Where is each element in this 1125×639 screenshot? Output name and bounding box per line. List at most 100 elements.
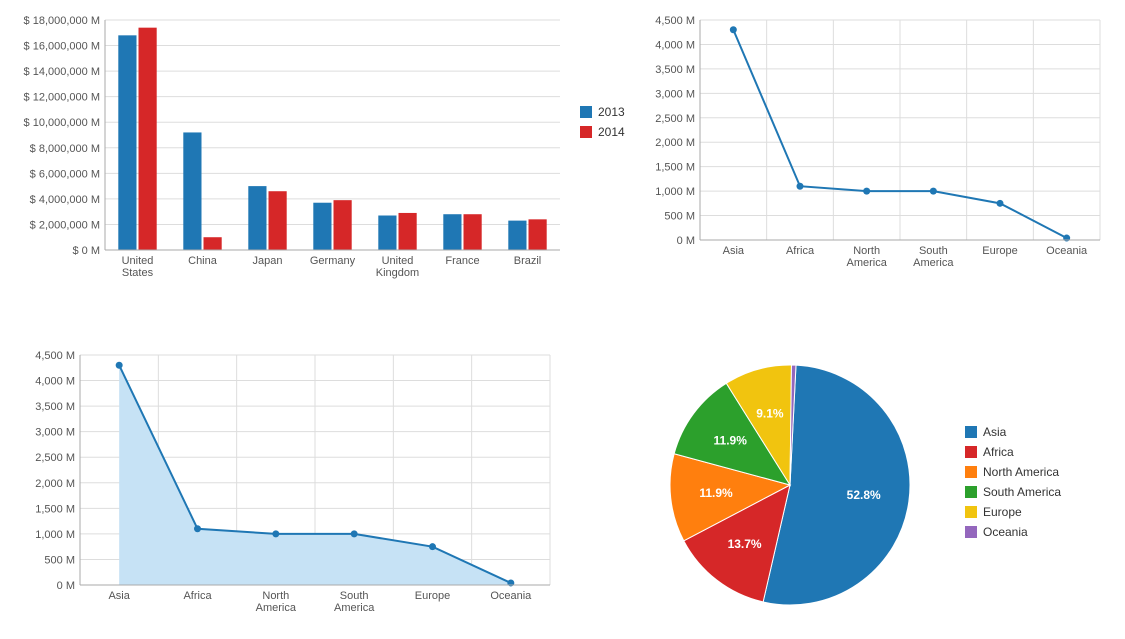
legend-swatch bbox=[965, 466, 977, 478]
data-point bbox=[930, 188, 937, 195]
bar-xtick: United bbox=[122, 255, 154, 267]
data-point bbox=[797, 183, 804, 190]
data-point bbox=[997, 200, 1004, 207]
ytick: 3,500 M bbox=[35, 401, 75, 413]
bar-ytick: $ 8,000,000 M bbox=[30, 143, 100, 155]
ytick: 3,000 M bbox=[35, 427, 75, 439]
bar-ytick: $ 6,000,000 M bbox=[30, 168, 100, 180]
data-point bbox=[272, 530, 279, 537]
bar bbox=[183, 132, 201, 250]
legend-item: Europe bbox=[965, 505, 1061, 519]
xtick: America bbox=[334, 602, 375, 614]
legend-item: 2014 bbox=[580, 125, 625, 139]
bar-chart-legend: 2013 2014 bbox=[580, 105, 625, 145]
xtick: Africa bbox=[786, 245, 815, 257]
data-point bbox=[429, 543, 436, 550]
bar bbox=[464, 214, 482, 250]
bar bbox=[269, 191, 287, 250]
legend-swatch bbox=[965, 446, 977, 458]
bar-ytick: $ 10,000,000 M bbox=[24, 117, 100, 129]
legend-label: 2014 bbox=[598, 125, 625, 139]
bar bbox=[248, 186, 266, 250]
legend-item: Asia bbox=[965, 425, 1061, 439]
bar bbox=[313, 203, 331, 250]
ytick: 1,500 M bbox=[655, 162, 695, 174]
legend-item: North America bbox=[965, 465, 1061, 479]
xtick: North bbox=[262, 590, 289, 602]
pie-slice-label: 11.9% bbox=[714, 434, 748, 448]
area-chart: 0 M500 M1,000 M1,500 M2,000 M2,500 M3,00… bbox=[20, 345, 560, 625]
ytick: 1,000 M bbox=[655, 186, 695, 198]
ytick: 2,500 M bbox=[35, 452, 75, 464]
xtick: Africa bbox=[183, 590, 212, 602]
ytick: 500 M bbox=[44, 554, 75, 566]
bar bbox=[443, 214, 461, 250]
bar-xtick: China bbox=[188, 255, 218, 267]
pie-slice-label: 13.7% bbox=[728, 537, 762, 551]
data-point bbox=[730, 26, 737, 33]
legend-label: Asia bbox=[983, 425, 1006, 439]
bar-xtick: Japan bbox=[253, 255, 283, 267]
legend-item: Oceania bbox=[965, 525, 1061, 539]
ytick: 2,000 M bbox=[655, 137, 695, 149]
bar-xtick: States bbox=[122, 267, 154, 279]
xtick: Oceania bbox=[490, 590, 532, 602]
legend-label: Oceania bbox=[983, 525, 1028, 539]
legend-label: North America bbox=[983, 465, 1059, 479]
ytick: 2,500 M bbox=[655, 113, 695, 125]
bar bbox=[204, 237, 222, 250]
bar-ytick: $ 0 M bbox=[72, 245, 100, 257]
xtick: North bbox=[853, 245, 880, 257]
bar-xtick: Brazil bbox=[514, 255, 542, 267]
ytick: 500 M bbox=[664, 211, 695, 223]
bar bbox=[378, 216, 396, 251]
data-point bbox=[194, 525, 201, 532]
xtick: Europe bbox=[982, 245, 1017, 257]
legend-swatch bbox=[580, 126, 592, 138]
bar-ytick: $ 18,000,000 M bbox=[24, 15, 100, 27]
legend-item: 2013 bbox=[580, 105, 625, 119]
bar-xtick: France bbox=[445, 255, 479, 267]
bar-xtick: Germany bbox=[310, 255, 356, 267]
legend-label: 2013 bbox=[598, 105, 625, 119]
bar-ytick: $ 14,000,000 M bbox=[24, 66, 100, 78]
xtick: South bbox=[340, 590, 369, 602]
legend-swatch bbox=[965, 526, 977, 538]
pie-chart: 52.8%13.7%11.9%11.9%9.1% AsiaAfricaNorth… bbox=[620, 340, 1120, 630]
ytick: 4,000 M bbox=[35, 376, 75, 388]
pie-slice-label: 11.9% bbox=[699, 486, 733, 500]
legend-swatch bbox=[580, 106, 592, 118]
xtick: Asia bbox=[108, 590, 130, 602]
bar bbox=[118, 35, 136, 250]
legend-label: Europe bbox=[983, 505, 1022, 519]
legend-item: South America bbox=[965, 485, 1061, 499]
ytick: 4,500 M bbox=[35, 350, 75, 362]
legend-swatch bbox=[965, 506, 977, 518]
pie-slice-label: 52.8% bbox=[847, 488, 881, 502]
bar bbox=[334, 200, 352, 250]
bar bbox=[139, 28, 157, 250]
ytick: 1,500 M bbox=[35, 503, 75, 515]
bar-xtick: United bbox=[382, 255, 414, 267]
xtick: America bbox=[913, 257, 954, 269]
legend-label: Africa bbox=[983, 445, 1014, 459]
xtick: South bbox=[919, 245, 948, 257]
xtick: Asia bbox=[723, 245, 745, 257]
dashboard: $ 0 M$ 2,000,000 M$ 4,000,000 M$ 6,000,0… bbox=[0, 0, 1125, 639]
xtick: Europe bbox=[415, 590, 450, 602]
data-point bbox=[351, 530, 358, 537]
bar-ytick: $ 4,000,000 M bbox=[30, 194, 100, 206]
bar-xtick: Kingdom bbox=[376, 267, 419, 279]
bar-chart: $ 0 M$ 2,000,000 M$ 4,000,000 M$ 6,000,0… bbox=[10, 10, 570, 290]
line-chart: 0 M500 M1,000 M1,500 M2,000 M2,500 M3,00… bbox=[640, 10, 1110, 280]
bar bbox=[399, 213, 417, 250]
xtick: America bbox=[846, 257, 887, 269]
bar-ytick: $ 16,000,000 M bbox=[24, 41, 100, 53]
legend-item: Africa bbox=[965, 445, 1061, 459]
ytick: 2,000 M bbox=[35, 478, 75, 490]
legend-label: South America bbox=[983, 485, 1061, 499]
ytick: 4,000 M bbox=[655, 39, 695, 51]
bar-ytick: $ 12,000,000 M bbox=[24, 92, 100, 104]
legend-swatch bbox=[965, 486, 977, 498]
bar bbox=[508, 221, 526, 250]
